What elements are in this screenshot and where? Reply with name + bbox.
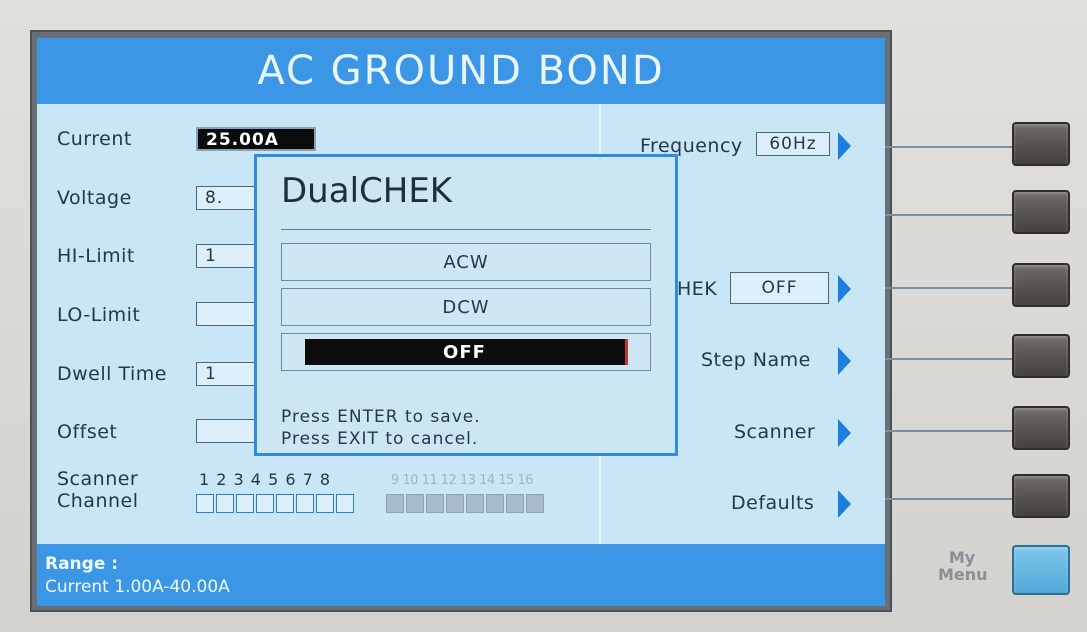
scanner-channel-box[interactable] <box>276 494 294 513</box>
softkey-leader-line <box>885 214 1012 216</box>
dialog-title: DualCHEK <box>281 171 453 211</box>
defaults-arrow-icon[interactable] <box>838 490 851 518</box>
scanner-channel-box-disabled <box>386 494 404 513</box>
scanner-softkey-label: Scanner <box>734 421 816 443</box>
lo-limit-label: LO-Limit <box>57 304 141 326</box>
option-off-label: OFF <box>304 339 628 365</box>
scanner-channel-label: Scanner Channel <box>57 468 139 512</box>
scanner-channel-boxes-disabled <box>386 494 546 513</box>
range-label: Range : <box>45 554 119 574</box>
dialog-save-hint: Press ENTER to save. <box>281 407 481 427</box>
softkey-leader-line <box>885 146 1012 148</box>
scanner-channel-numbers-disabled: 9 10 11 12 13 14 15 16 <box>391 473 534 488</box>
scanner-arrow-icon[interactable] <box>838 419 851 447</box>
softkey-button-4[interactable] <box>1012 334 1070 378</box>
scanner-channel-box[interactable] <box>196 494 214 513</box>
scanner-channel-box-disabled <box>406 494 424 513</box>
softkey-button-5[interactable] <box>1012 406 1070 450</box>
scanner-channel-box-disabled <box>446 494 464 513</box>
dwell-time-label: Dwell Time <box>57 363 167 385</box>
my-menu-label-line2: Menu <box>938 565 988 584</box>
scanner-channel-box[interactable] <box>256 494 274 513</box>
step-name-arrow-icon[interactable] <box>838 347 851 375</box>
scanner-channel-box-disabled <box>526 494 544 513</box>
scanner-channel-box-disabled <box>486 494 504 513</box>
dualchek-label: HEK <box>677 278 718 300</box>
softkey-leader-line <box>885 430 1012 432</box>
lcd-screen: AC GROUND BOND Current 25.00A Voltage 8.… <box>37 38 885 606</box>
dualchek-arrow-icon[interactable] <box>838 275 851 303</box>
softkey-leader-line <box>885 287 1012 289</box>
dualchek-field[interactable]: OFF <box>730 272 829 304</box>
range-value: Current 1.00A-40.00A <box>45 577 230 597</box>
status-bar: Range : Current 1.00A-40.00A <box>37 544 885 606</box>
softkey-leader-line <box>885 498 1012 500</box>
voltage-label: Voltage <box>57 187 132 209</box>
dualchek-dialog: DualCHEK ACW DCW OFF Press ENTER to save… <box>254 154 678 456</box>
scanner-channel-box[interactable] <box>316 494 334 513</box>
frequency-field[interactable]: 60Hz <box>756 132 830 156</box>
softkey-button-2[interactable] <box>1012 190 1070 234</box>
option-off[interactable]: OFF <box>281 333 651 371</box>
hi-limit-label: HI-Limit <box>57 245 135 267</box>
frequency-arrow-icon[interactable] <box>838 132 851 160</box>
dialog-cancel-hint: Press EXIT to cancel. <box>281 429 479 449</box>
scanner-channel-box[interactable] <box>336 494 354 513</box>
softkey-button-1[interactable] <box>1012 122 1070 166</box>
scanner-channel-box-disabled <box>426 494 444 513</box>
scanner-channel-box[interactable] <box>216 494 234 513</box>
option-dcw[interactable]: DCW <box>281 288 651 326</box>
scanner-channel-numbers: 1 2 3 4 5 6 7 8 <box>199 470 332 489</box>
scanner-channel-box-disabled <box>506 494 524 513</box>
scanner-channel-box[interactable] <box>236 494 254 513</box>
dialog-divider <box>281 229 651 230</box>
softkey-leader-line <box>885 358 1012 360</box>
my-menu-button[interactable] <box>1012 545 1070 595</box>
scanner-channel-boxes <box>196 494 356 513</box>
screen-title: AC GROUND BOND <box>37 38 885 104</box>
scanner-channel-box[interactable] <box>296 494 314 513</box>
current-label: Current <box>57 128 132 150</box>
scanner-label-line1: Scanner <box>57 468 139 490</box>
scanner-label-line2: Channel <box>57 490 139 512</box>
current-field[interactable]: 25.00A <box>196 127 316 151</box>
scanner-channel-box-disabled <box>466 494 484 513</box>
offset-label: Offset <box>57 421 118 443</box>
softkey-button-3[interactable] <box>1012 263 1070 307</box>
my-menu-label-line1: My <box>948 548 976 567</box>
step-name-label: Step Name <box>701 349 811 371</box>
softkey-button-6[interactable] <box>1012 474 1070 518</box>
my-menu-label: My Menu <box>938 548 988 584</box>
option-acw[interactable]: ACW <box>281 243 651 281</box>
defaults-label: Defaults <box>731 492 815 514</box>
